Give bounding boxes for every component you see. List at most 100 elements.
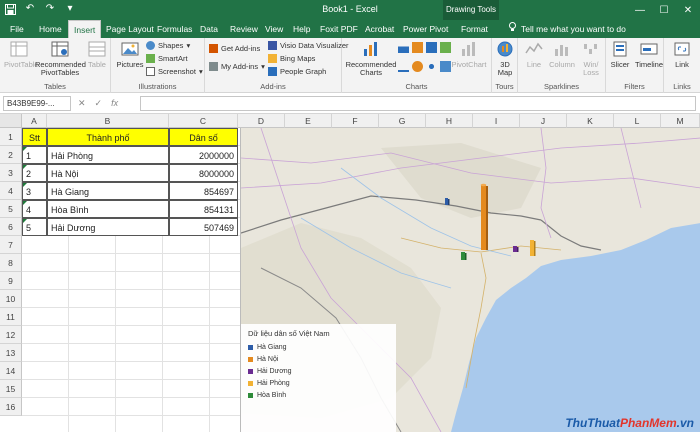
pictures-button[interactable]: Pictures	[115, 41, 145, 69]
row-header-11[interactable]: 11	[0, 308, 22, 326]
column-header-j[interactable]: J	[520, 114, 567, 128]
tab-page-layout[interactable]: Page Layout	[101, 20, 159, 38]
column-header-g[interactable]: G	[379, 114, 426, 128]
table-cell-population[interactable]: 2000000	[169, 146, 238, 164]
link-button[interactable]: Link	[668, 41, 696, 69]
get-addins-button[interactable]: Get Add-ins	[209, 44, 260, 53]
column-header-b[interactable]: B	[47, 114, 169, 128]
bing-maps-button[interactable]: Bing Maps	[268, 54, 315, 63]
row-header-4[interactable]: 4	[0, 182, 22, 200]
minimize-button[interactable]: —	[628, 0, 652, 20]
map-column-hai-phong[interactable]	[530, 240, 536, 256]
error-indicator[interactable]	[23, 183, 27, 187]
table-cell-city[interactable]: Hải Phòng	[47, 146, 169, 164]
visio-button[interactable]: Visio Data Visualizer	[268, 41, 349, 50]
tab-file[interactable]: File	[5, 20, 29, 38]
shapes-button[interactable]: Shapes ▾	[146, 41, 190, 50]
sparkline-winloss-button[interactable]: Win/ Loss	[578, 41, 604, 77]
column-header-a[interactable]: A	[22, 114, 47, 128]
tab-acrobat[interactable]: Acrobat	[360, 20, 399, 38]
map-column-ha-giang[interactable]	[445, 198, 450, 205]
sparkline-column-button[interactable]: Column	[548, 41, 576, 69]
column-header-c[interactable]: C	[169, 114, 238, 128]
tab-insert[interactable]: Insert	[68, 20, 102, 38]
row-header-2[interactable]: 2	[0, 146, 22, 164]
column-header-h[interactable]: H	[426, 114, 473, 128]
table-cell-population[interactable]: 8000000	[169, 164, 238, 182]
name-box[interactable]: B43B9E99-...	[3, 96, 71, 111]
map-legend[interactable]: Dữ liệu dân số Việt Nam Hà Giang Hà Nội …	[241, 324, 396, 432]
cancel-icon[interactable]: ✕	[78, 96, 86, 111]
statistic-chart-icon[interactable]	[426, 42, 437, 53]
tab-data[interactable]: Data	[195, 20, 223, 38]
error-indicator[interactable]	[23, 219, 27, 223]
row-header-8[interactable]: 8	[0, 254, 22, 272]
recommended-pivottables-button[interactable]: Recommended PivotTables	[35, 41, 86, 77]
tab-view[interactable]: View	[260, 20, 288, 38]
tell-me-box[interactable]: Tell me what you want to do	[508, 20, 626, 38]
timeline-button[interactable]: Timeline	[634, 41, 664, 69]
pivotchart-button[interactable]: PivotChart	[450, 41, 488, 69]
3d-map-button[interactable]: 3D Map	[494, 41, 516, 77]
row-header-3[interactable]: 3	[0, 164, 22, 182]
row-header-13[interactable]: 13	[0, 344, 22, 362]
row-header-9[interactable]: 9	[0, 272, 22, 290]
header-cell-population[interactable]: Dân số	[169, 128, 238, 146]
select-all-corner[interactable]	[0, 114, 22, 128]
tab-foxit-pdf[interactable]: Foxit PDF	[315, 20, 363, 38]
column-header-f[interactable]: F	[332, 114, 379, 128]
table-cell-city[interactable]: Hải Dương	[47, 218, 169, 236]
sparkline-line-button[interactable]: Line	[522, 41, 546, 69]
error-indicator[interactable]	[23, 165, 27, 169]
row-header-16[interactable]: 16	[0, 398, 22, 416]
map-column-ha-noi[interactable]	[480, 183, 488, 250]
tab-home[interactable]: Home	[34, 20, 67, 38]
people-graph-button[interactable]: People Graph	[268, 67, 326, 76]
column-header-i[interactable]: I	[473, 114, 520, 128]
screenshot-button[interactable]: Screenshot ▾	[146, 67, 203, 76]
header-cell-city[interactable]: Thành phố	[47, 128, 169, 146]
row-header-15[interactable]: 15	[0, 380, 22, 398]
tab-format[interactable]: Format	[456, 20, 493, 38]
table-cell-city[interactable]: Hòa Bình	[47, 200, 169, 218]
recommended-charts-button[interactable]: Recommended Charts	[345, 41, 397, 77]
tab-power-pivot[interactable]: Power Pivot	[398, 20, 453, 38]
column-header-m[interactable]: M	[661, 114, 700, 128]
column-header-k[interactable]: K	[567, 114, 614, 128]
row-header-5[interactable]: 5	[0, 200, 22, 218]
pie-chart-icon[interactable]	[412, 60, 423, 72]
close-button[interactable]: ✕	[676, 0, 700, 20]
enter-icon[interactable]: ✓	[95, 96, 103, 111]
row-header-1[interactable]: 1	[0, 128, 22, 146]
hierarchy-chart-icon[interactable]	[412, 42, 423, 53]
my-addins-button[interactable]: My Add-ins ▾	[209, 62, 265, 71]
3d-map-object[interactable]: Dữ liệu dân số Việt Nam Hà Giang Hà Nội …	[240, 128, 700, 432]
row-header-12[interactable]: 12	[0, 326, 22, 344]
pivottable-button[interactable]: PivotTable	[4, 41, 39, 69]
table-cell-city[interactable]: Hà Giang	[47, 182, 169, 200]
error-indicator[interactable]	[23, 201, 27, 205]
maximize-button[interactable]: ☐	[652, 0, 676, 20]
formula-input[interactable]	[140, 96, 696, 111]
row-header-6[interactable]: 6	[0, 218, 22, 236]
table-cell-population[interactable]: 507469	[169, 218, 238, 236]
column-chart-icon[interactable]	[398, 42, 409, 53]
column-header-d[interactable]: D	[238, 114, 285, 128]
table-cell-population[interactable]: 854131	[169, 200, 238, 218]
column-header-e[interactable]: E	[285, 114, 332, 128]
row-header-10[interactable]: 10	[0, 290, 22, 308]
scatter-chart-icon[interactable]	[426, 60, 437, 72]
smartart-button[interactable]: SmartArt	[146, 54, 188, 63]
header-cell-stt[interactable]: Stt	[22, 128, 47, 146]
tab-review[interactable]: Review	[225, 20, 263, 38]
line-chart-icon[interactable]	[398, 61, 409, 72]
row-header-14[interactable]: 14	[0, 362, 22, 380]
tab-formulas[interactable]: Formulas	[152, 20, 197, 38]
row-header-7[interactable]: 7	[0, 236, 22, 254]
slicer-button[interactable]: Slicer	[608, 41, 632, 69]
table-cell-population[interactable]: 854697	[169, 182, 238, 200]
table-cell-city[interactable]: Hà Nội	[47, 164, 169, 182]
error-indicator[interactable]	[23, 147, 27, 151]
insert-function-icon[interactable]: fx	[111, 96, 118, 111]
column-header-l[interactable]: L	[614, 114, 661, 128]
